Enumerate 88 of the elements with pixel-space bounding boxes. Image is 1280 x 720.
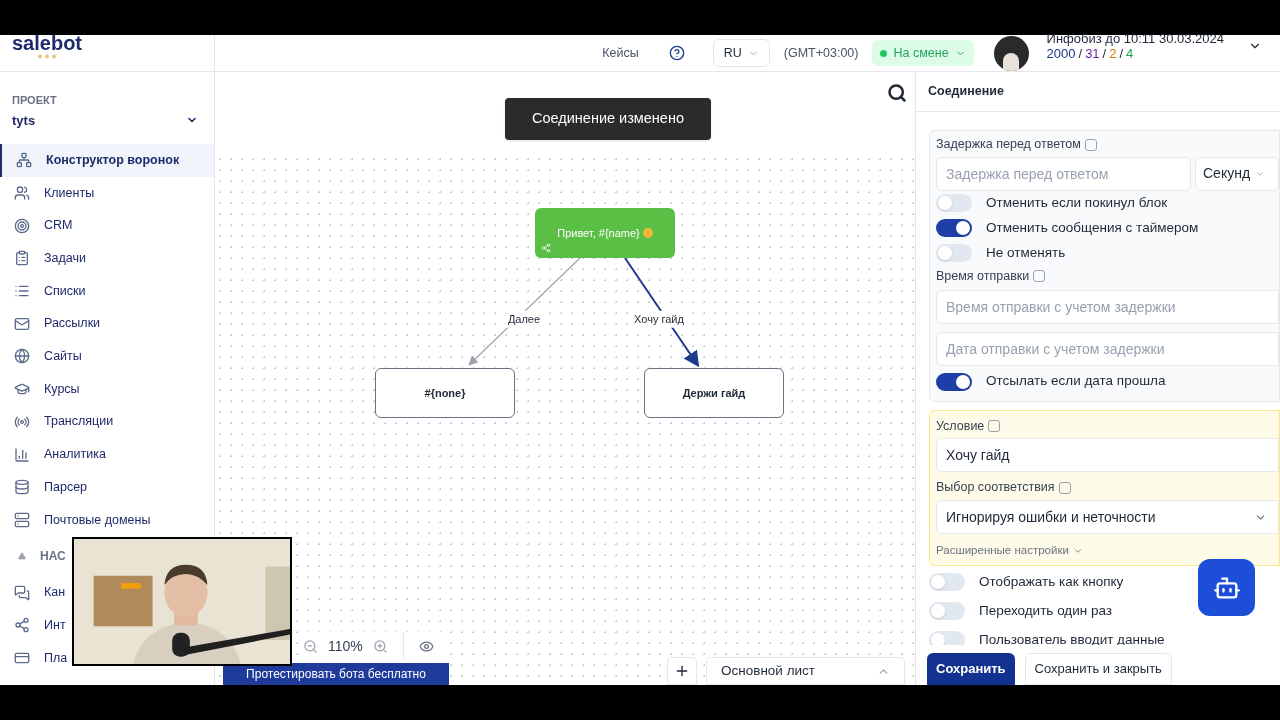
unit-select[interactable]: Секунд xyxy=(1195,156,1279,191)
save-button[interactable]: Сохранить xyxy=(927,653,1015,685)
toggle-switch[interactable] xyxy=(936,219,972,238)
message-block[interactable]: Держи гайд xyxy=(644,368,784,418)
delay-field[interactable]: Задержка перед ответом xyxy=(936,156,1191,191)
timezone-label: (GMT+03:00) xyxy=(783,44,859,62)
field-label: Условие xyxy=(936,416,1279,436)
chatbot-button[interactable] xyxy=(1198,559,1255,616)
menu-icon xyxy=(14,584,30,601)
language-select[interactable]: RU xyxy=(712,39,770,67)
save-and-close-button[interactable]: Сохранить и закрыть xyxy=(1024,653,1172,685)
toggle-switch[interactable] xyxy=(936,194,972,213)
date-field[interactable]: Дата отправки с учетом задержки xyxy=(936,331,1279,366)
sidebar-item[interactable]: Аналитика xyxy=(0,438,214,471)
sidebar-item[interactable]: Клиенты xyxy=(0,176,214,210)
sidebar-item[interactable]: Списки xyxy=(0,274,214,308)
sidebar-item[interactable]: Рассылки xyxy=(0,307,214,341)
field-label: Задержка перед ответом xyxy=(936,135,1279,154)
menu-icon xyxy=(16,152,32,169)
zoom-level: 110% xyxy=(328,636,363,656)
plan-info: Инфобиз до 10:11 30.03.2024 xyxy=(1046,31,1224,46)
time-field[interactable]: Время отправки с учетом задержки xyxy=(936,289,1279,324)
panel-title: Соединение xyxy=(916,72,1280,112)
plus-icon xyxy=(674,663,690,679)
sidebar-item[interactable]: Пла xyxy=(0,641,68,675)
toggle-switch[interactable] xyxy=(929,572,965,591)
test-bot-banner[interactable]: Протестировать бота бесплатно xyxy=(223,663,449,685)
toggle-label: Отображать как кнопку xyxy=(979,572,1124,591)
toggle-label: Переходить один раз xyxy=(979,601,1113,620)
menu-icon xyxy=(14,348,30,365)
connection-label: Далее xyxy=(505,310,543,328)
counter: 4 xyxy=(1126,46,1134,61)
counter: 31 xyxy=(1085,46,1100,61)
toggle-label: Отменить сообщения с таймером xyxy=(986,219,1199,238)
zoom-out-icon[interactable] xyxy=(303,638,318,654)
sidebar-item[interactable]: Курсы xyxy=(0,372,214,406)
toggle-switch[interactable] xyxy=(929,601,965,620)
sidebar-item[interactable]: Почтовые домены xyxy=(0,503,214,537)
project-select[interactable]: tyts xyxy=(12,110,202,130)
sidebar-item[interactable]: Инт xyxy=(0,608,66,642)
menu-icon xyxy=(14,511,30,528)
sidebar-item[interactable]: Конструктор воронок xyxy=(0,144,214,177)
menu-icon xyxy=(14,217,30,234)
sidebar-item[interactable]: Сайты xyxy=(0,340,214,373)
menu-icon xyxy=(14,185,30,202)
add-sheet-button[interactable] xyxy=(667,657,697,685)
toggle-label: Пользователь вводит данные xyxy=(979,630,1165,649)
field-label: Выбор соответствия xyxy=(936,478,1279,497)
sheet-select[interactable]: Основной лист xyxy=(706,657,905,685)
field-label: Время отправки xyxy=(936,266,1279,286)
toggle-switch[interactable] xyxy=(936,372,972,391)
toggle-label: Отменить если покинул блок xyxy=(986,194,1168,213)
share-icon xyxy=(541,243,551,253)
menu-icon xyxy=(14,479,30,496)
cases-link[interactable]: Кейсы xyxy=(602,43,639,63)
connection-label: Хочу гайд xyxy=(632,310,686,328)
section-header[interactable]: НАС xyxy=(0,536,66,577)
menu-icon xyxy=(14,617,30,634)
toggle-switch[interactable] xyxy=(936,244,972,263)
separator: / xyxy=(1078,46,1083,61)
advanced-settings-toggle[interactable]: Расширенные настройки xyxy=(936,542,1279,560)
separator: / xyxy=(1119,46,1124,61)
zoom-in-icon[interactable] xyxy=(372,638,388,654)
toggle-label: Отсылать если дата прошла xyxy=(986,372,1166,391)
sidebar-item[interactable]: Задачи xyxy=(0,242,214,275)
menu-icon xyxy=(14,315,30,332)
eye-icon[interactable] xyxy=(418,638,434,654)
counter: 2 xyxy=(1109,46,1117,61)
sidebar-item[interactable]: Кан xyxy=(0,576,66,609)
search-icon[interactable] xyxy=(887,83,907,103)
logo[interactable]: salebot xyxy=(12,33,202,53)
toast: Соединение изменено xyxy=(505,98,711,140)
sidebar-item[interactable]: Парсер xyxy=(0,470,214,504)
counter: 2000 xyxy=(1046,46,1076,61)
toggle-label: Не отменять xyxy=(986,244,1066,263)
collapse-icon xyxy=(18,552,26,561)
sidebar-item[interactable]: Трансляции xyxy=(0,405,214,439)
match-select[interactable]: Игнорируя ошибки и неточности xyxy=(936,500,1279,534)
project-label: ПРОЕКТ xyxy=(12,93,58,108)
condition-field[interactable]: Хочу гайд xyxy=(936,438,1279,473)
menu-icon xyxy=(14,250,30,267)
separator: / xyxy=(1102,46,1107,61)
message-block[interactable]: #{none} xyxy=(375,368,515,418)
block-text: Привет, #{name} xyxy=(557,225,640,241)
menu-icon xyxy=(14,446,30,463)
avatar[interactable] xyxy=(993,35,1029,71)
dots-icon xyxy=(37,54,57,59)
sidebar-item[interactable]: CRM xyxy=(0,209,214,243)
